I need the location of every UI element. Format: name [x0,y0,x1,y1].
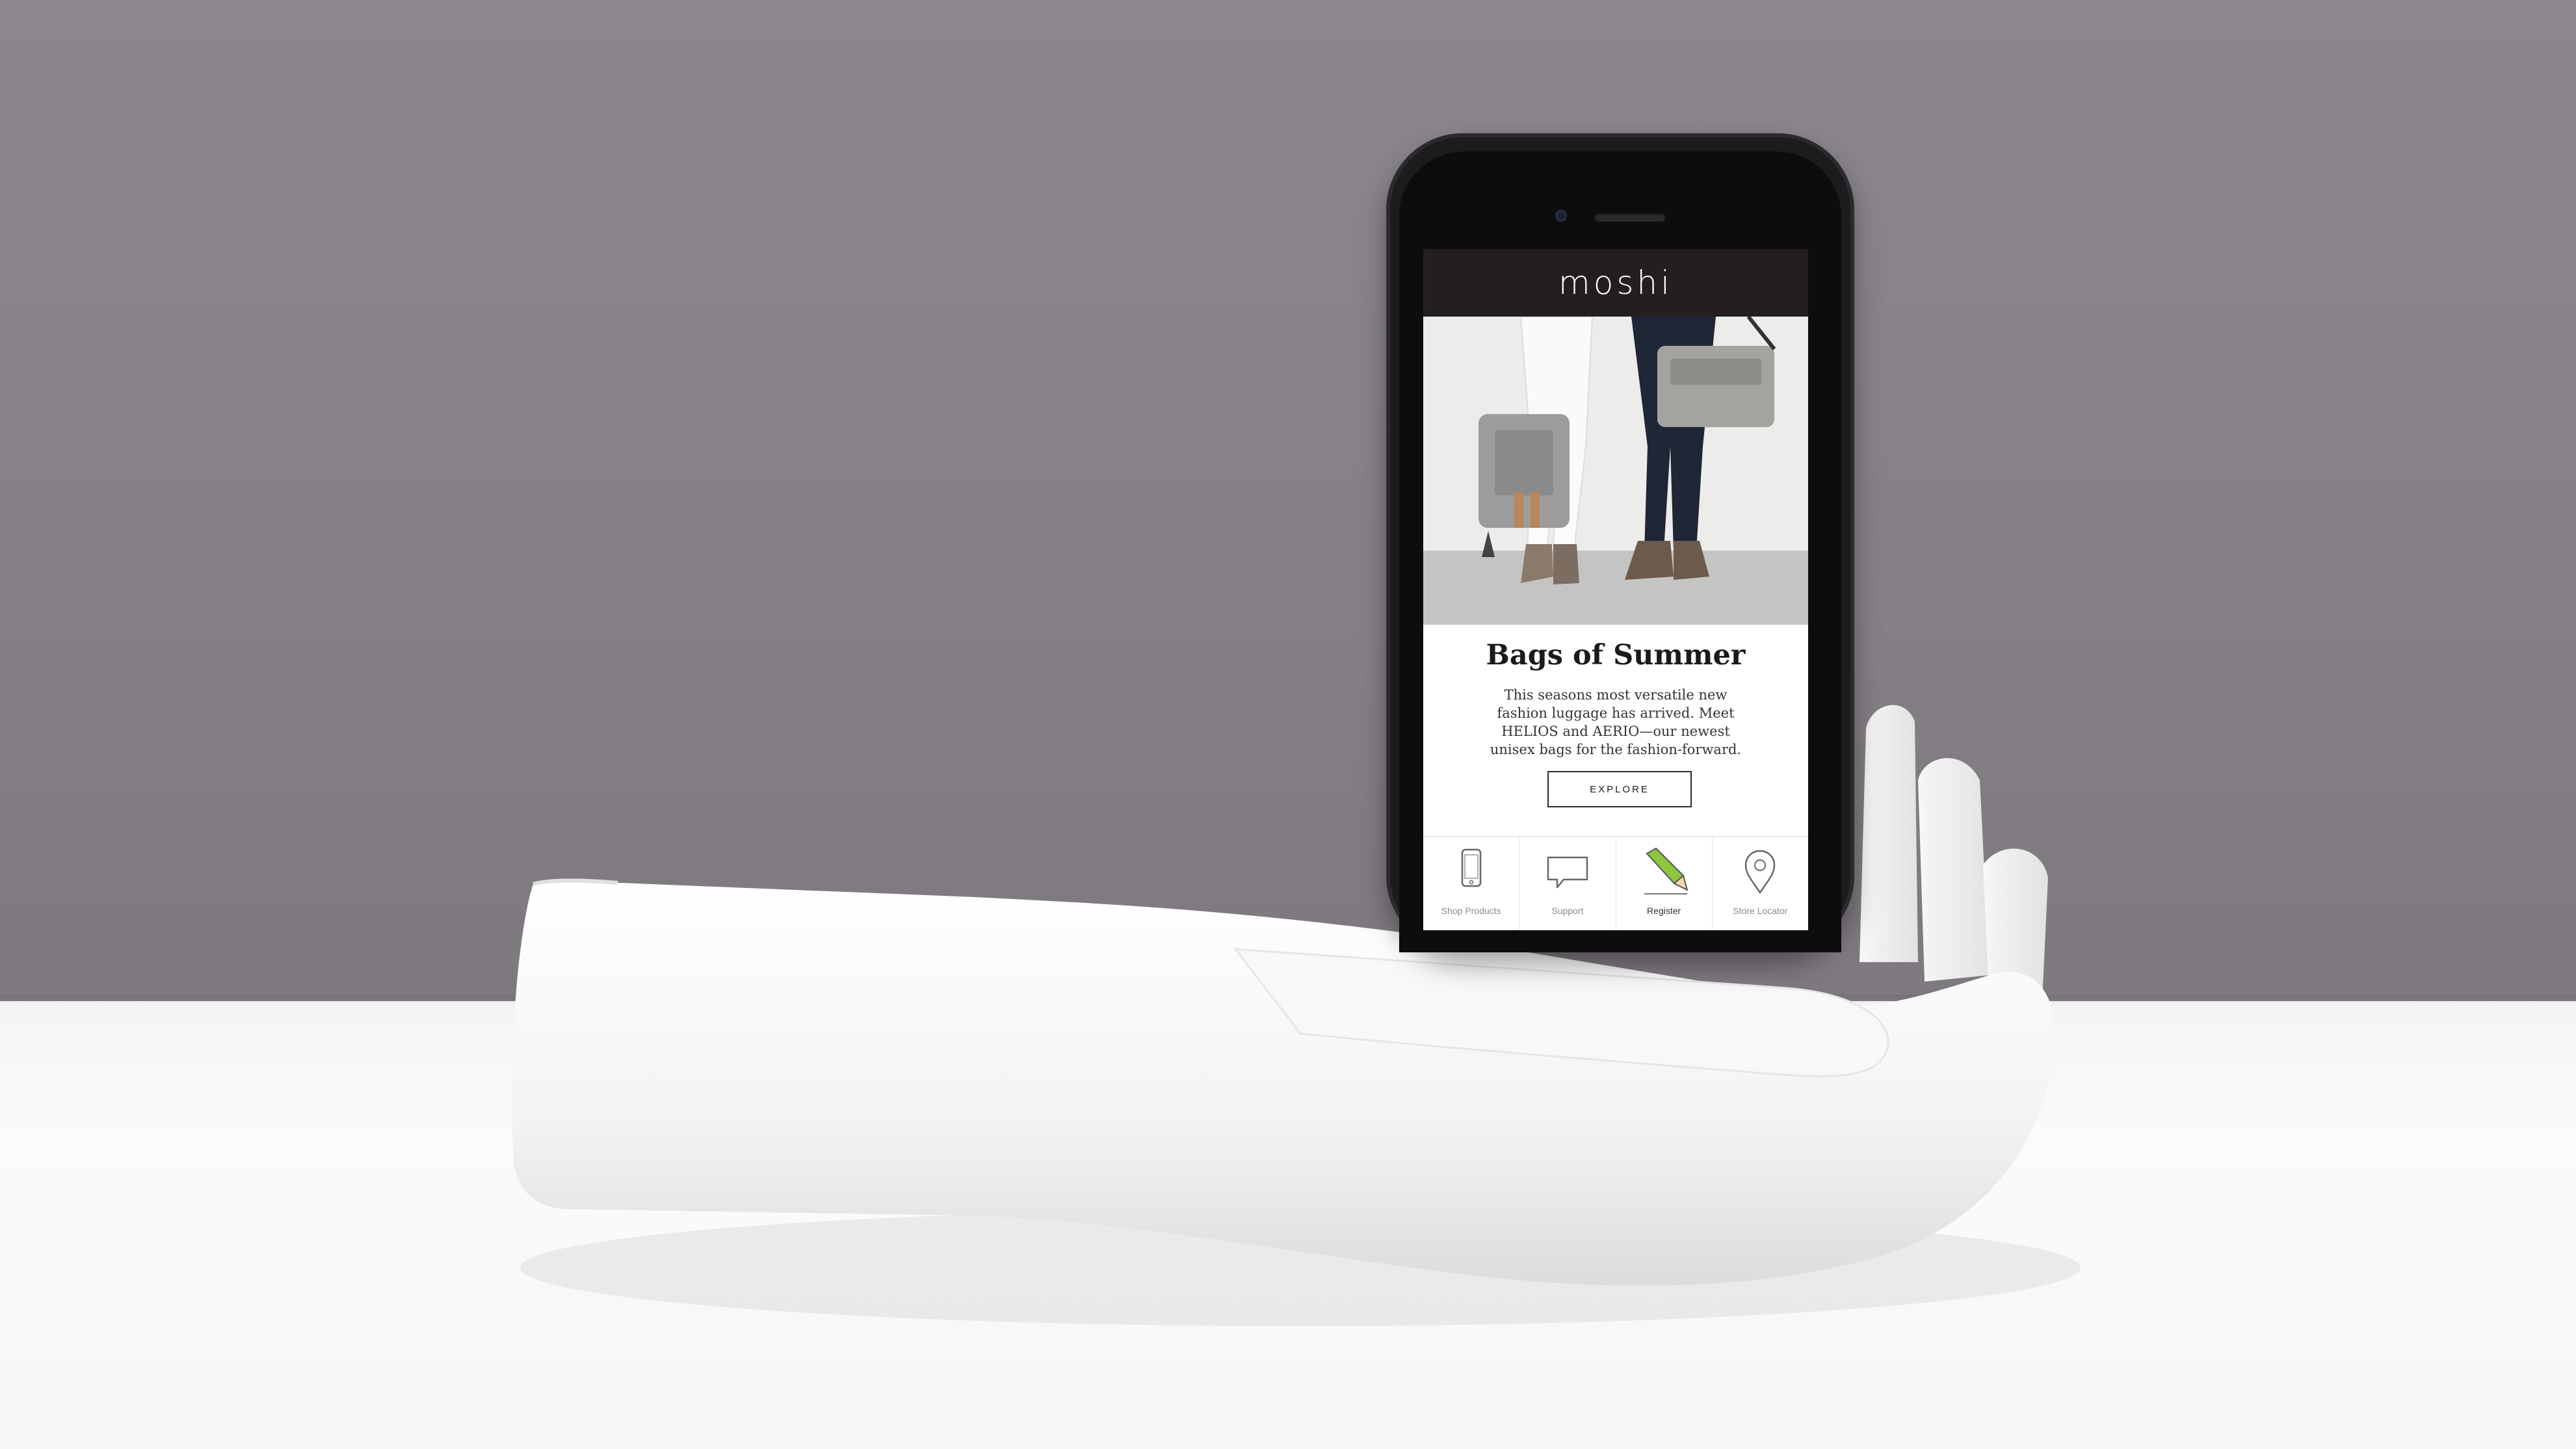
map-pin-icon [1745,850,1776,894]
bottom-tab-bar: Shop Products Support Register Store Loc… [1423,836,1808,930]
front-camera-icon [1555,210,1567,222]
app-header: moshi [1423,249,1808,317]
promo-body-line: fashion luggage has arrived. Meet [1497,705,1735,721]
tab-register[interactable]: Register [1615,837,1712,930]
speech-bubble-icon [1547,856,1588,889]
tab-support[interactable]: Support [1519,837,1615,930]
pencil-icon [1644,847,1689,894]
models-with-bags-photo [1423,317,1808,625]
promo-headline: Bags of Summer [1486,639,1746,672]
promo-body: This seasons most versatile new fashion … [1462,686,1769,759]
tab-label: Support [1551,906,1584,916]
hero-image[interactable] [1423,317,1808,625]
promo-body-line: HELIOS and AERIO—our newest [1501,724,1730,739]
explore-button[interactable]: EXPLORE [1547,771,1692,807]
tab-label: Register [1647,906,1681,916]
promo-body-line: unisex bags for the fashion-forward. [1490,742,1742,757]
moshi-logo: moshi [1558,264,1673,302]
tab-label: Store Locator [1733,906,1788,916]
earpiece-speaker [1594,213,1666,222]
tab-label: Shop Products [1441,906,1501,916]
tab-shop-products[interactable]: Shop Products [1423,837,1519,930]
promo-body-line: This seasons most versatile new [1504,687,1728,703]
phone-icon [1461,848,1481,887]
tab-store-locator[interactable]: Store Locator [1711,837,1808,930]
phone-screen: moshi Bags of Summer This seasons most v… [1423,249,1808,930]
mannequin-hand [512,705,2081,1326]
